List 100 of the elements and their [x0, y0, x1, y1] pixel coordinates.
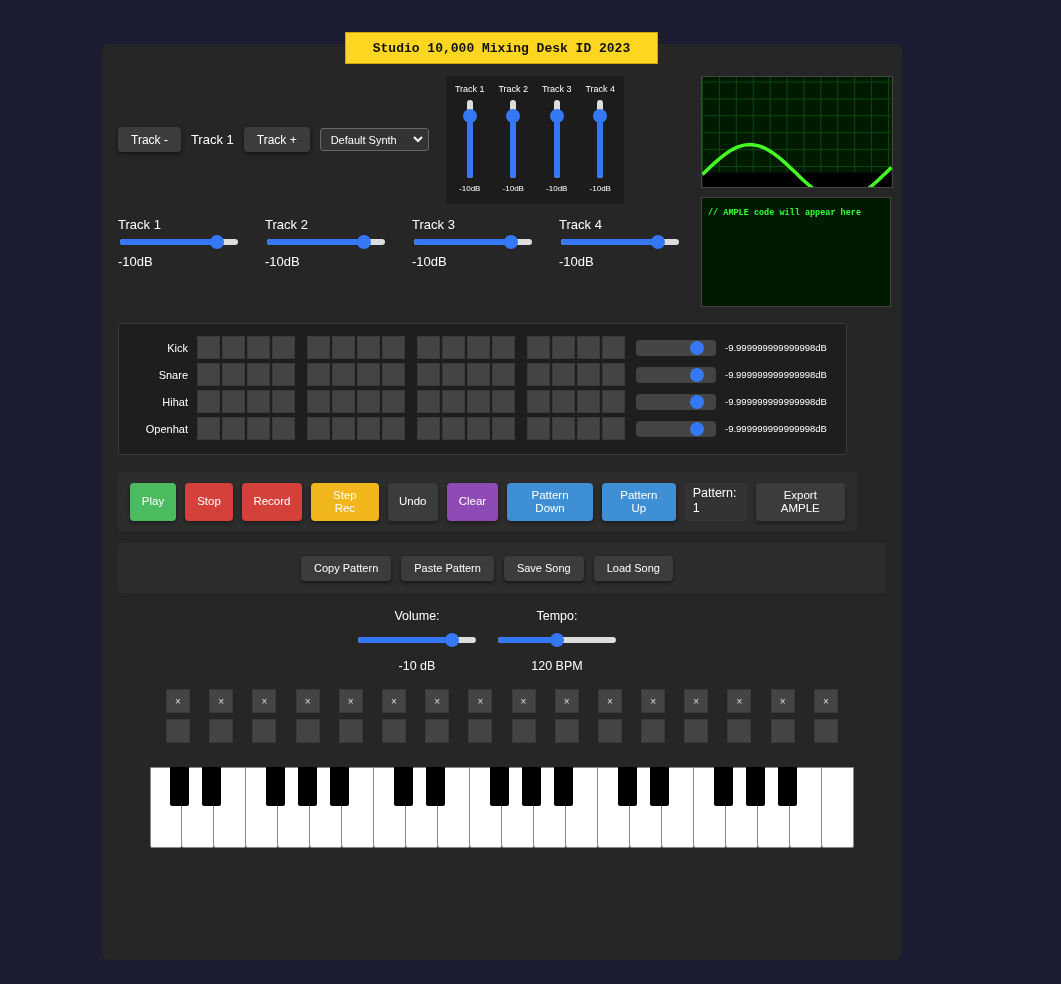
step-cell[interactable]	[527, 363, 550, 386]
step-cell[interactable]	[272, 336, 295, 359]
step-cell[interactable]	[442, 336, 465, 359]
song-button[interactable]: Save Song	[503, 555, 584, 581]
step-cell[interactable]	[382, 336, 405, 359]
piano-keyboard-drawing[interactable]	[150, 767, 854, 848]
previous-track-button[interactable]: Track -	[118, 127, 181, 152]
song-button[interactable]: Load Song	[593, 555, 673, 581]
song-button[interactable]: Paste Pattern	[401, 555, 494, 581]
master-slider[interactable]	[358, 633, 476, 647]
step-cell[interactable]	[552, 336, 575, 359]
step-toggle-button[interactable]: ×	[295, 689, 320, 713]
step-cell[interactable]	[247, 390, 270, 413]
step-cell[interactable]	[417, 390, 440, 413]
master-slider[interactable]	[498, 633, 616, 647]
step-cell[interactable]	[307, 336, 330, 359]
pad[interactable]	[727, 719, 752, 743]
channel-fader[interactable]	[593, 100, 608, 178]
step-cell[interactable]	[527, 417, 550, 440]
step-cell[interactable]	[247, 417, 270, 440]
step-cell[interactable]	[417, 336, 440, 359]
step-cell[interactable]	[467, 417, 490, 440]
step-cell[interactable]	[602, 390, 625, 413]
step-cell[interactable]	[357, 390, 380, 413]
instrument-select[interactable]: Default Synth	[319, 128, 429, 151]
export-button[interactable]: Export AMPLE	[755, 482, 845, 521]
step-toggle-button[interactable]: ×	[770, 689, 795, 713]
step-cell[interactable]	[417, 417, 440, 440]
track-volume-slider[interactable]	[561, 235, 679, 249]
step-cell[interactable]	[197, 417, 220, 440]
undo-button[interactable]: Undo	[387, 482, 438, 521]
drum-volume-slider[interactable]	[636, 366, 716, 383]
channel-fader[interactable]	[506, 100, 521, 178]
step-cell[interactable]	[332, 363, 355, 386]
step-toggle-button[interactable]: ×	[338, 689, 363, 713]
pad[interactable]	[770, 719, 795, 743]
step-cell[interactable]	[552, 417, 575, 440]
step-toggle-button[interactable]: ×	[597, 689, 622, 713]
step-cell[interactable]	[247, 336, 270, 359]
channel-fader[interactable]	[549, 100, 564, 178]
step-cell[interactable]	[577, 363, 600, 386]
step-cell[interactable]	[357, 363, 380, 386]
step-cell[interactable]	[552, 390, 575, 413]
track-volume-slider[interactable]	[267, 235, 385, 249]
track-volume-slider[interactable]	[414, 235, 532, 249]
step-cell[interactable]	[467, 336, 490, 359]
step-toggle-button[interactable]: ×	[209, 689, 234, 713]
step-cell[interactable]	[357, 417, 380, 440]
song-button[interactable]: Copy Pattern	[301, 555, 392, 581]
step-cell[interactable]	[417, 363, 440, 386]
step-cell[interactable]	[527, 390, 550, 413]
step-toggle-button[interactable]: ×	[166, 689, 190, 713]
step-toggle-button[interactable]: ×	[468, 689, 493, 713]
record-button[interactable]: Record	[242, 482, 302, 521]
step-cell[interactable]	[332, 390, 355, 413]
step-cell[interactable]	[552, 363, 575, 386]
pad[interactable]	[338, 719, 363, 743]
step-cell[interactable]	[307, 363, 330, 386]
step-cell[interactable]	[382, 363, 405, 386]
step-cell[interactable]	[197, 390, 220, 413]
channel-fader[interactable]	[462, 100, 477, 178]
step-cell[interactable]	[602, 417, 625, 440]
step-toggle-button[interactable]: ×	[684, 689, 709, 713]
pad[interactable]	[813, 719, 838, 743]
step-cell[interactable]	[357, 336, 380, 359]
pad[interactable]	[252, 719, 277, 743]
step-cell[interactable]	[307, 417, 330, 440]
step-cell[interactable]	[577, 336, 600, 359]
step-cell[interactable]	[602, 363, 625, 386]
step-toggle-button[interactable]: ×	[511, 689, 536, 713]
drum-volume-slider[interactable]	[636, 393, 716, 410]
step-cell[interactable]	[492, 417, 515, 440]
step-cell[interactable]	[382, 390, 405, 413]
step-cell[interactable]	[467, 363, 490, 386]
step-cell[interactable]	[222, 417, 245, 440]
step-cell[interactable]	[197, 336, 220, 359]
drum-volume-slider[interactable]	[636, 339, 716, 356]
step-cell[interactable]	[247, 363, 270, 386]
step-toggle-button[interactable]: ×	[252, 689, 277, 713]
pad[interactable]	[166, 719, 190, 743]
step-toggle-button[interactable]: ×	[727, 689, 752, 713]
stop-button[interactable]: Stop	[185, 482, 233, 521]
pad[interactable]	[597, 719, 622, 743]
track-volume-slider[interactable]	[120, 235, 238, 249]
step-toggle-button[interactable]: ×	[381, 689, 406, 713]
step-cell[interactable]	[492, 363, 515, 386]
step-cell[interactable]	[197, 363, 220, 386]
pad[interactable]	[295, 719, 320, 743]
step-cell[interactable]	[222, 336, 245, 359]
step-cell[interactable]	[272, 363, 295, 386]
step-cell[interactable]	[577, 417, 600, 440]
step-cell[interactable]	[492, 390, 515, 413]
pad[interactable]	[641, 719, 666, 743]
pad[interactable]	[209, 719, 234, 743]
step-toggle-button[interactable]: ×	[425, 689, 450, 713]
step-cell[interactable]	[442, 417, 465, 440]
pad[interactable]	[381, 719, 406, 743]
step-cell[interactable]	[492, 336, 515, 359]
pad[interactable]	[468, 719, 493, 743]
drum-volume-slider[interactable]	[636, 420, 716, 437]
